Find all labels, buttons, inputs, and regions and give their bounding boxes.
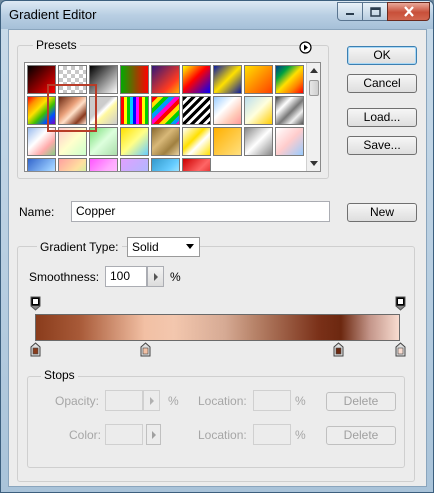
smoothness-slider-button[interactable]	[147, 266, 164, 287]
close-icon	[403, 6, 414, 17]
preset-swatch[interactable]	[244, 96, 273, 125]
stops-group	[27, 376, 405, 468]
cancel-button[interactable]: Cancel	[347, 74, 417, 93]
preset-swatch[interactable]	[244, 127, 273, 156]
preset-swatch[interactable]	[275, 96, 304, 125]
opacity-stop-marker[interactable]	[30, 296, 41, 311]
preset-swatch[interactable]	[213, 96, 242, 125]
scroll-down-icon[interactable]	[309, 160, 319, 168]
opacity-location-unit: %	[295, 394, 306, 408]
gradient-type-select[interactable]: Solid	[127, 237, 200, 257]
smoothness-unit: %	[170, 270, 181, 284]
presets-legend: Presets	[33, 38, 80, 52]
color-label: Color:	[69, 428, 102, 442]
opacity-label: Opacity:	[55, 394, 100, 408]
opacity-input[interactable]	[105, 390, 143, 411]
color-stop-marker[interactable]	[333, 342, 344, 357]
preset-swatch[interactable]	[89, 96, 118, 125]
slider-arrow-icon	[154, 273, 158, 281]
preset-swatch[interactable]	[58, 96, 87, 125]
preset-swatch[interactable]	[27, 127, 56, 156]
preset-swatch[interactable]	[89, 127, 118, 156]
color-stop-marker[interactable]	[140, 342, 151, 357]
preset-swatch[interactable]	[120, 158, 149, 171]
preset-swatch[interactable]	[120, 65, 149, 94]
preset-swatch[interactable]	[151, 65, 180, 94]
slider-arrow-icon	[150, 397, 154, 405]
gradient-editor-window: Gradient Editor Presets OK Cancel Load..…	[0, 0, 434, 493]
preset-swatch[interactable]	[120, 127, 149, 156]
color-stop-marker[interactable]	[30, 342, 41, 357]
dialog-client-area: Presets OK Cancel Load... Save... Name: …	[8, 29, 427, 487]
save-button[interactable]: Save...	[347, 136, 417, 155]
color-location-unit: %	[295, 428, 306, 442]
close-window-button[interactable]	[387, 2, 430, 21]
preset-swatch[interactable]	[58, 127, 87, 156]
preset-swatch[interactable]	[151, 127, 180, 156]
name-label: Name:	[19, 205, 55, 219]
scroll-thumb[interactable]	[309, 80, 319, 96]
presets-scrollbar[interactable]	[306, 63, 320, 171]
maximize-button[interactable]	[362, 2, 388, 21]
title-bar[interactable]: Gradient Editor	[1, 1, 433, 29]
preset-swatch[interactable]	[182, 96, 211, 125]
preset-swatch[interactable]	[275, 65, 304, 94]
preset-swatch[interactable]	[89, 65, 118, 94]
color-picker-button[interactable]	[146, 424, 161, 445]
ok-button[interactable]: OK	[347, 46, 417, 65]
window-title: Gradient Editor	[9, 7, 97, 22]
presets-swatch-grid	[24, 62, 321, 172]
preset-swatch[interactable]	[27, 158, 56, 171]
stops-legend: Stops	[41, 368, 78, 382]
color-location-label: Location:	[198, 428, 247, 442]
minimize-button[interactable]	[337, 2, 363, 21]
delete-color-stop-button[interactable]: Delete	[326, 426, 396, 445]
preset-swatch[interactable]	[120, 96, 149, 125]
preset-swatch[interactable]	[151, 96, 180, 125]
preset-swatch[interactable]	[244, 65, 273, 94]
opacity-slider-button[interactable]	[143, 390, 160, 411]
preset-swatch[interactable]	[213, 65, 242, 94]
opacity-location-input[interactable]	[253, 390, 291, 411]
preset-swatch[interactable]	[182, 127, 211, 156]
color-stop-marker[interactable]	[395, 342, 406, 357]
preset-swatch[interactable]	[89, 158, 118, 171]
load-button[interactable]: Load...	[347, 108, 417, 127]
preset-swatch[interactable]	[58, 65, 87, 94]
name-input[interactable]: Copper	[71, 201, 330, 222]
color-swatch-input[interactable]	[105, 424, 143, 445]
preset-swatch[interactable]	[182, 158, 211, 171]
delete-opacity-stop-button[interactable]: Delete	[326, 392, 396, 411]
color-arrow-icon	[152, 431, 156, 439]
smoothness-label: Smoothness:	[29, 270, 100, 284]
opacity-unit: %	[168, 394, 179, 408]
new-button[interactable]: New	[347, 203, 417, 222]
smoothness-input[interactable]: 100	[105, 266, 147, 287]
gradient-preview-bar[interactable]	[35, 314, 400, 341]
scroll-up-icon[interactable]	[309, 66, 319, 74]
gradient-type-value: Solid	[132, 240, 159, 254]
opacity-location-label: Location:	[198, 394, 247, 408]
gradient-type-label: Gradient Type:	[37, 240, 122, 254]
preset-swatch[interactable]	[275, 127, 304, 156]
presets-menu-icon[interactable]	[299, 41, 312, 54]
minimize-icon	[346, 12, 354, 15]
preset-swatch[interactable]	[27, 96, 56, 125]
preset-swatch[interactable]	[58, 158, 87, 171]
chevron-down-icon	[186, 244, 194, 249]
preset-swatch[interactable]	[27, 65, 56, 94]
opacity-stop-marker[interactable]	[395, 296, 406, 311]
preset-swatch[interactable]	[182, 65, 211, 94]
color-location-input[interactable]	[253, 424, 291, 445]
preset-swatch[interactable]	[151, 158, 180, 171]
preset-swatch[interactable]	[213, 127, 242, 156]
maximize-icon	[369, 6, 381, 17]
